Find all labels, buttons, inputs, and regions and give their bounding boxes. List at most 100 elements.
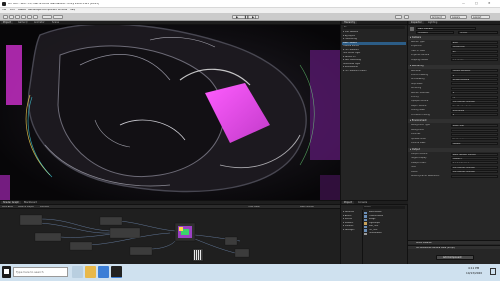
property-value-field[interactable]: Via Scripting [451, 137, 498, 141]
property-value-field[interactable]: ✔ [451, 113, 498, 117]
layout-dropdown[interactable]: Layout [471, 15, 490, 19]
task-view-icon[interactable] [72, 266, 83, 278]
tab-lighting[interactable]: Lighting [426, 21, 439, 24]
add-component-button[interactable]: Add Component [436, 255, 474, 260]
start-icon[interactable] [2, 266, 11, 278]
layers-dropdown[interactable]: Layers [450, 15, 467, 19]
browser-icon[interactable] [98, 266, 109, 278]
tab-project[interactable]: Project [342, 201, 354, 204]
menu-window[interactable]: Window [58, 9, 67, 11]
component-section-header[interactable]: ▾ Environment [408, 119, 500, 124]
project-panel: Project Console Search ▾ Favorites ▾ Ass… [340, 200, 408, 264]
menu-assets[interactable]: Assets [18, 9, 26, 11]
tab-game[interactable]: Game Q [16, 21, 29, 24]
tag-dropdown[interactable]: Untagged [416, 31, 454, 34]
scale-tool-button[interactable] [21, 15, 26, 19]
property-value-field[interactable]: 0.3 / 1000 [451, 58, 498, 62]
property-value-field[interactable]: Default Renderer [451, 69, 498, 73]
property-value-field[interactable]: Solid Color [451, 124, 498, 128]
property-value-field[interactable]: Default [451, 141, 498, 145]
property-value-field[interactable]: None (Render Texture) [451, 152, 498, 156]
property-value-field[interactable]: Use Pipeline Settings [451, 104, 498, 108]
show-in-project-button[interactable]: Show In Project [18, 206, 34, 208]
property-value-field[interactable]: Perspective [451, 45, 498, 49]
collab-button[interactable] [395, 15, 402, 19]
property-value-field[interactable] [451, 128, 498, 132]
account-dropdown[interactable]: Account [430, 15, 446, 19]
rotate-tool-button[interactable] [15, 15, 20, 19]
hierarchy-item[interactable]: ▸ Ori Character (clone) [342, 70, 406, 73]
property-value-field[interactable]: No Anti-aliasing [451, 78, 498, 81]
object-name-field[interactable]: Main Camera [416, 26, 476, 30]
tab-console[interactable]: Console [356, 201, 369, 204]
taskbar-search[interactable]: Type here to search [13, 267, 68, 277]
menu-edit[interactable]: Edit [10, 9, 15, 11]
menu-file[interactable]: File [2, 9, 6, 11]
hierarchy-search[interactable]: All [343, 26, 405, 29]
component-section-header[interactable]: ▾ Camera [408, 36, 500, 40]
property-value-field[interactable] [451, 82, 498, 86]
precision-dropdown[interactable]: Precision [40, 206, 49, 208]
minimize-button[interactable]: — [462, 2, 465, 5]
rect-tool-button[interactable] [27, 15, 32, 19]
notification-icon[interactable] [490, 268, 496, 275]
play-icon[interactable]: ▶ [236, 16, 238, 19]
clock-time[interactable]: 4:11 PM [468, 267, 479, 270]
game-view[interactable] [0, 25, 340, 200]
layer-dropdown[interactable]: Default [458, 31, 498, 34]
property-value-field[interactable]: ✔ [451, 73, 498, 77]
property-label: Projection [411, 45, 422, 48]
property-value-field[interactable] [451, 53, 498, 57]
property-value-field[interactable] [451, 132, 498, 136]
menu-component[interactable]: Component [43, 9, 57, 11]
tab-hierarchy[interactable]: Hierarchy [342, 21, 358, 24]
property-value-field[interactable] [451, 86, 498, 90]
project-search[interactable]: Search [363, 206, 405, 209]
component-title[interactable]: Audio Listener [416, 242, 432, 244]
menu-help[interactable]: Help [70, 9, 75, 11]
unity-icon[interactable] [111, 266, 122, 278]
property-value-field[interactable]: Display 1 [451, 157, 498, 160]
audio-listener-component: Audio Listener [408, 240, 500, 244]
main-preview-toggle[interactable]: Main Preview [300, 206, 314, 208]
property-value-field[interactable]: Use Pipeline Settings [451, 100, 498, 103]
tab-inspector[interactable]: Inspector [409, 21, 424, 24]
property-value-field[interactable]: -1 [451, 95, 498, 99]
tab-blackboard[interactable]: Blackboard [22, 201, 39, 204]
step-icon[interactable]: ▶❙ [252, 16, 257, 19]
explorer-icon[interactable] [85, 266, 96, 278]
property-value-field[interactable]: Everything [451, 108, 498, 112]
property-value-field[interactable]: 60 [451, 49, 498, 53]
component-section-header[interactable]: ▾ Output [408, 147, 500, 152]
property-value-field[interactable] [451, 174, 498, 178]
tab-animator[interactable]: Animator [32, 21, 47, 24]
property-value-field[interactable]: Use Pipeline Settings [451, 170, 498, 174]
project-file[interactable]: TentFallback [368, 232, 406, 235]
project-tree-item[interactable]: ▸ Packages [342, 229, 362, 232]
save-asset-button[interactable]: Save Asset [2, 206, 13, 208]
pivot-toggle[interactable] [42, 15, 52, 19]
hand-tool-button[interactable] [3, 15, 8, 19]
global-toggle[interactable] [53, 15, 63, 19]
move-tool-button[interactable] [9, 15, 14, 19]
transform-tool-button[interactable] [33, 15, 38, 19]
close-button[interactable]: ✕ [488, 2, 491, 5]
property-value-field[interactable]: X 0 Y 0 W 1 H 1 [451, 161, 498, 165]
component-section-header[interactable]: ▾ Rendering [408, 64, 500, 69]
tab-scene[interactable]: Scene [50, 21, 61, 24]
property-label: Target Display [411, 157, 427, 160]
pause-icon[interactable]: ❚❚ [244, 16, 249, 19]
property-label: Background Type [411, 124, 430, 127]
property-value-field[interactable]: Use Pipeline Settings [451, 165, 498, 169]
color-mode-dropdown[interactable]: Color Mode [248, 206, 260, 208]
component-title[interactable]: UD Additional Camera Data (Script) [416, 247, 455, 249]
tab-project-view[interactable]: Project [1, 21, 13, 24]
cloud-icon[interactable] [404, 15, 409, 19]
property-label: Culling Mask [411, 109, 425, 112]
clock-date[interactable]: 10/13/2020 [466, 272, 482, 275]
tab-shader-graph[interactable]: Shader Graph [1, 201, 21, 204]
property-value-field[interactable]: Base [451, 40, 498, 44]
property-value-field[interactable]: ✔ [451, 91, 498, 95]
maximize-button[interactable]: □ [475, 2, 478, 5]
menu-gameobject[interactable]: GameObject [28, 9, 43, 11]
